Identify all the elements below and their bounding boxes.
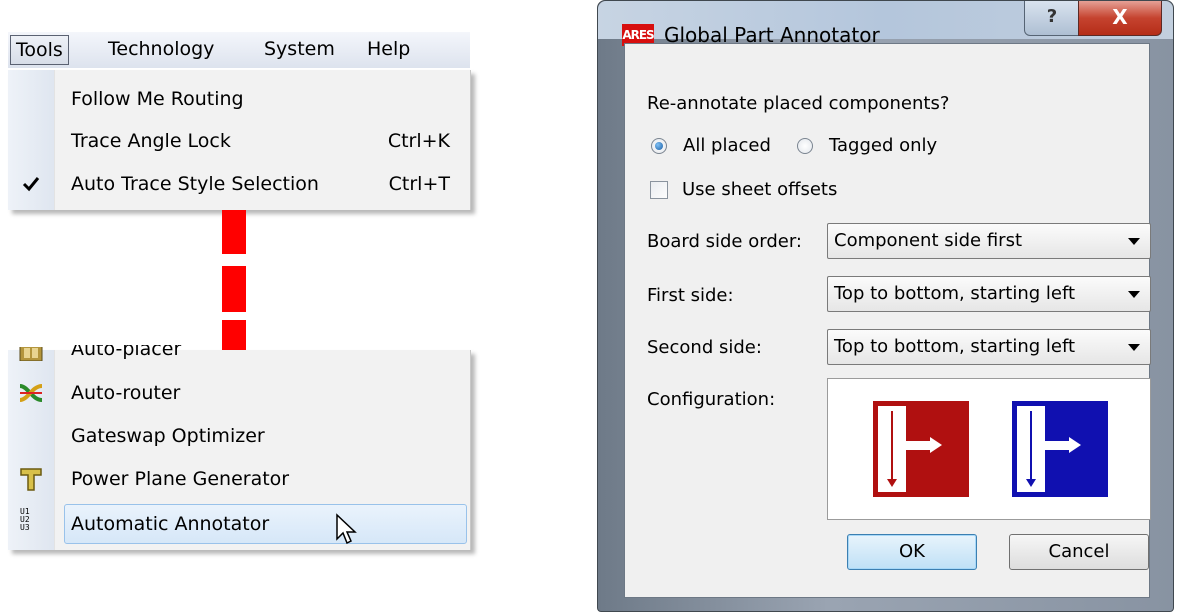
ok-button[interactable]: OK — [847, 534, 977, 570]
radio-tagged-only[interactable] — [797, 138, 813, 154]
shortcut-text: Ctrl+K — [387, 130, 450, 152]
board-side-order-select[interactable]: Component side first — [827, 223, 1151, 259]
mouse-cursor-icon — [335, 513, 359, 551]
menu-item-power-plane-generator[interactable]: Power Plane Generator — [8, 458, 470, 500]
configuration-preview — [827, 378, 1151, 520]
radio-tagged-only-label[interactable]: Tagged only — [829, 134, 937, 158]
menu-item-label: Gateswap Optimizer — [71, 425, 265, 447]
checkmark-icon — [18, 171, 44, 197]
radio-all-placed[interactable] — [651, 138, 667, 154]
first-side-select[interactable]: Top to bottom, starting left — [827, 276, 1151, 312]
use-sheet-offsets-label[interactable]: Use sheet offsets — [682, 178, 837, 202]
dropdown-arrow-icon — [1128, 344, 1140, 351]
configuration-label: Configuration: — [647, 389, 776, 410]
annotator-icon: U1 U2 U3 — [20, 507, 30, 532]
menu-item-label: Auto-router — [71, 382, 181, 404]
select-value: Component side first — [834, 230, 1022, 251]
menu-technology[interactable]: Technology — [102, 35, 220, 63]
menu-bar: Tools Technology System Help — [8, 32, 470, 68]
menu-item-auto-trace-style-selection[interactable]: Auto Trace Style Selection Ctrl+T — [8, 163, 470, 205]
close-button[interactable]: X — [1078, 1, 1162, 36]
power-plane-icon — [18, 466, 44, 492]
use-sheet-offsets-checkbox[interactable] — [650, 181, 668, 199]
menu-item-label: Auto Trace Style Selection — [71, 173, 319, 195]
auto-router-icon — [18, 380, 44, 406]
tools-menu-top: Follow Me Routing Trace Angle Lock Ctrl+… — [8, 70, 471, 210]
radio-all-placed-label[interactable]: All placed — [683, 134, 771, 158]
menu-item-automatic-annotator[interactable]: Automatic Annotator — [64, 504, 467, 545]
menu-item-trace-angle-lock[interactable]: Trace Angle Lock Ctrl+K — [8, 120, 470, 162]
configuration-diagram — [873, 401, 1108, 497]
menu-item-auto-router[interactable]: Auto-router — [8, 372, 470, 414]
dropdown-arrow-icon — [1128, 238, 1140, 245]
dropdown-arrow-icon — [1128, 291, 1140, 298]
global-part-annotator-dialog: ARES Global Part Annotator ? X Re-annota… — [597, 0, 1174, 612]
menu-system[interactable]: System — [258, 35, 341, 63]
menu-help[interactable]: Help — [361, 35, 416, 63]
tools-menu-bottom: Auto-placer Auto-router Gateswap Optimiz… — [8, 345, 471, 550]
cancel-button[interactable]: Cancel — [1009, 534, 1149, 570]
second-side-select[interactable]: Top to bottom, starting left — [827, 329, 1151, 365]
select-value: Top to bottom, starting left — [834, 336, 1076, 357]
select-value: Top to bottom, starting left — [834, 283, 1076, 304]
dialog-client-area: Re-annotate placed components? All place… — [624, 43, 1151, 598]
radio-selected-dot — [655, 142, 663, 150]
help-button[interactable]: ? — [1024, 1, 1080, 36]
shortcut-text: Ctrl+T — [388, 173, 450, 195]
menu-item-label: Power Plane Generator — [71, 468, 290, 490]
menu-item-follow-me-routing[interactable]: Follow Me Routing — [8, 78, 470, 120]
reannotate-question: Re-annotate placed components? — [647, 93, 950, 114]
menu-item-auto-placer[interactable]: Auto-placer — [8, 328, 470, 370]
board-side-order-label: Board side order: — [647, 231, 802, 252]
first-side-label: First side: — [647, 285, 734, 306]
second-side-label: Second side: — [647, 337, 762, 358]
break-dash — [222, 210, 246, 254]
menu-item-label: Trace Angle Lock — [71, 130, 231, 152]
menu-item-label: Auto-placer — [71, 338, 182, 360]
menu-item-label: Follow Me Routing — [71, 88, 244, 110]
auto-placer-icon — [18, 347, 44, 361]
menu-item-gateswap-optimizer[interactable]: Gateswap Optimizer — [8, 415, 470, 457]
menu-item-label: Automatic Annotator — [71, 513, 270, 535]
break-dash — [222, 266, 246, 312]
menu-tools[interactable]: Tools — [10, 35, 69, 65]
